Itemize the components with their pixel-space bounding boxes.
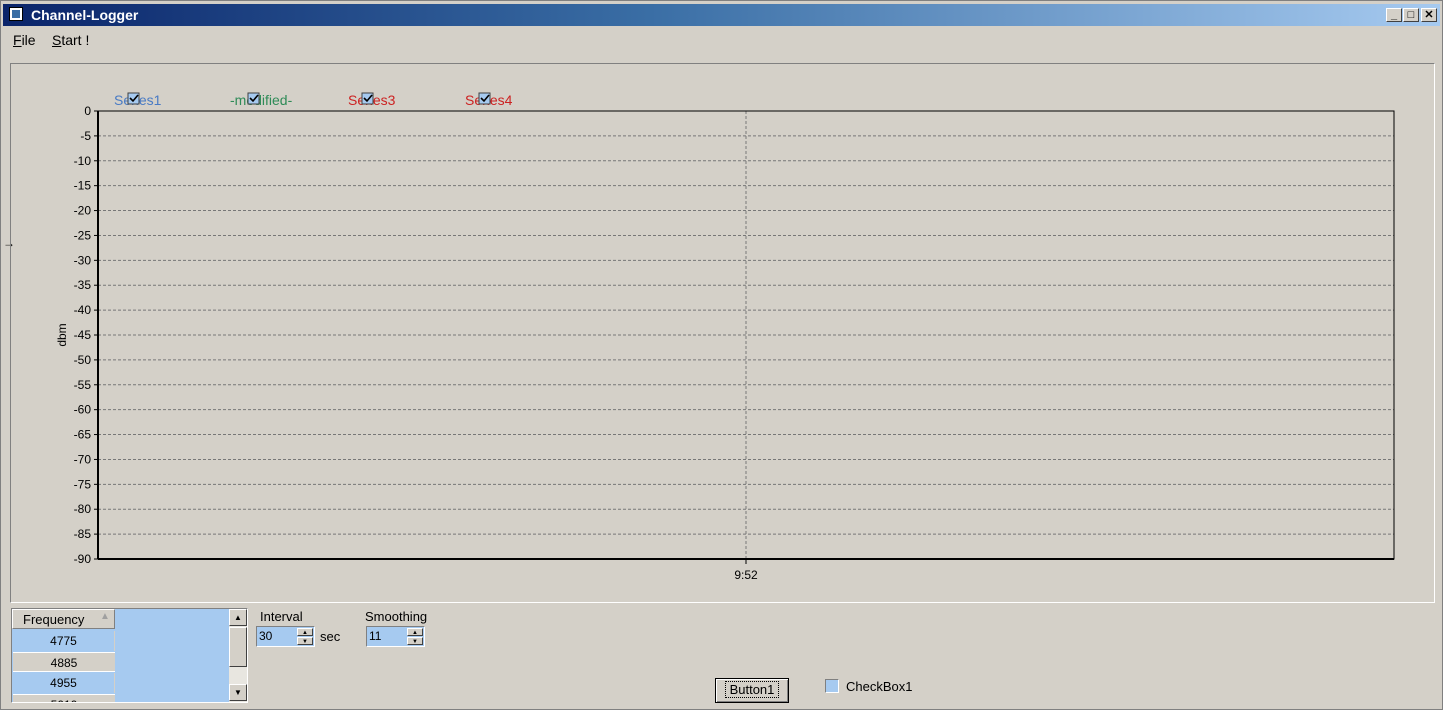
list-scrollbar[interactable]: ▲ ▼	[229, 609, 247, 702]
x-tick-label: 9:52	[734, 568, 758, 582]
interval-spinner[interactable]: 30 ▲ ▼	[256, 626, 315, 647]
smoothing-label: Smoothing	[365, 609, 428, 624]
smoothing-spinner[interactable]: 11 ▲ ▼	[366, 626, 425, 647]
y-tick-label: -35	[74, 278, 92, 292]
y-tick-label: -90	[74, 552, 92, 566]
list-item[interactable]: 5010	[13, 694, 115, 702]
chart: 0 -5 -10 -15 -20 -25 -30 -35 -40 -45 -50 -55 -60 -65 -…	[55, 92, 1395, 582]
menu-file[interactable]: File	[13, 32, 36, 48]
menu-start[interactable]: Start !	[52, 32, 89, 48]
y-tick-label: -45	[74, 328, 92, 342]
list-item[interactable]: 4885	[13, 652, 115, 672]
close-button[interactable]: ✕	[1421, 8, 1437, 22]
frequency-column-header[interactable]: Frequency ▲	[12, 609, 115, 629]
y-tick-label: -55	[74, 378, 92, 392]
checkbox1[interactable]	[825, 679, 839, 693]
y-tick-label: -65	[74, 428, 92, 442]
title-bar[interactable]: Channel-Logger _ □ ✕	[3, 4, 1440, 26]
maximize-button[interactable]: □	[1403, 8, 1419, 22]
frequency-header-label: Frequency	[23, 612, 85, 627]
scroll-down-button[interactable]: ▼	[229, 684, 247, 701]
y-tick-label: -5	[80, 129, 91, 143]
checkbox1-label[interactable]: CheckBox1	[846, 679, 912, 694]
y-axis-label: dbm	[55, 323, 69, 346]
y-tick-label: -75	[74, 477, 92, 491]
smoothing-down-button[interactable]: ▼	[407, 637, 423, 645]
app-window: Channel-Logger _ □ ✕ File Start ! → 0 -5-…	[0, 0, 1443, 710]
chart-panel: 0 -5 -10 -15 -20 -25 -30 -35 -40 -45 -50 -55 -60 -65 -…	[10, 63, 1435, 603]
legend-item-label: -modified-	[230, 92, 293, 108]
smoothing-value[interactable]: 11	[369, 629, 381, 643]
y-tick-label: -60	[74, 403, 92, 417]
y-tick-label: -20	[74, 204, 92, 218]
y-tick-label: -10	[74, 154, 92, 168]
minimize-button[interactable]: _	[1386, 8, 1402, 22]
y-tick-label: 0	[84, 104, 91, 118]
interval-value[interactable]: 30	[259, 629, 272, 643]
button1[interactable]: Button1	[715, 678, 789, 703]
menu-bar: File Start !	[3, 29, 1440, 51]
frequency-list[interactable]: Frequency ▲ 4775488549555010 ▲ ▼	[11, 608, 248, 703]
y-tick-label: -25	[74, 228, 92, 242]
button1-label: Button1	[724, 681, 780, 698]
y-tick-label: -50	[74, 353, 92, 367]
interval-down-button[interactable]: ▼	[297, 637, 313, 645]
sort-arrow-icon: ▲	[100, 611, 110, 622]
window-title: Channel-Logger	[31, 7, 139, 23]
app-icon	[9, 7, 23, 21]
scroll-up-button[interactable]: ▲	[229, 609, 247, 626]
y-tick-label: -40	[74, 303, 92, 317]
interval-label: Interval	[260, 609, 303, 624]
y-tick-label: -30	[74, 253, 92, 267]
list-item[interactable]: 4775	[13, 631, 115, 651]
y-tick-label: -85	[74, 527, 92, 541]
y-tick-label: -70	[74, 452, 92, 466]
y-tick-label: -80	[74, 502, 92, 516]
interval-unit: sec	[320, 629, 341, 644]
scroll-thumb[interactable]	[229, 627, 247, 667]
y-tick-label: -15	[74, 179, 92, 193]
smoothing-up-button[interactable]: ▲	[407, 628, 423, 636]
list-item[interactable]: 4955	[13, 673, 115, 693]
interval-up-button[interactable]: ▲	[297, 628, 313, 636]
